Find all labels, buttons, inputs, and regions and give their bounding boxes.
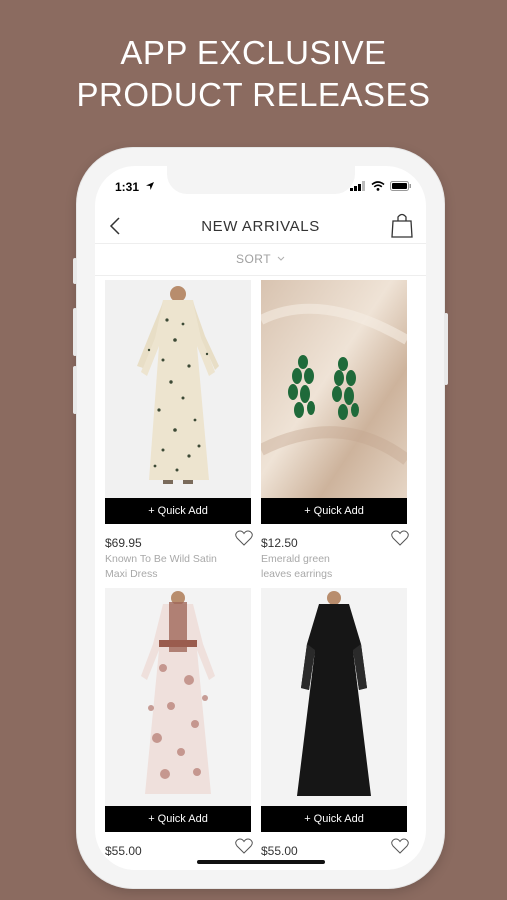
black-abaya-image — [261, 588, 407, 806]
sort-bar: SORT — [95, 244, 426, 276]
product-image[interactable] — [261, 588, 407, 806]
status-bar: 1:31 — [95, 166, 426, 208]
heart-icon[interactable] — [391, 838, 409, 854]
power-button — [444, 313, 448, 385]
volume-down-button — [73, 366, 77, 414]
signal-icon — [350, 181, 365, 191]
mute-switch — [73, 258, 77, 284]
product-name: Known To Be Wild Satin Maxi Dress — [105, 552, 230, 582]
product-price: $55.00 — [105, 844, 142, 858]
nav-bar: NEW ARRIVALS — [95, 208, 426, 244]
status-time: 1:31 — [115, 180, 140, 194]
product-image[interactable] — [261, 280, 407, 498]
product-price: $55.00 — [261, 844, 298, 858]
product-name-line: Emerald green — [261, 553, 330, 565]
page-title: NEW ARRIVALS — [201, 218, 320, 235]
shopping-bag-icon[interactable] — [390, 212, 414, 238]
product-name-line: Known To Be Wild Satin — [105, 553, 217, 565]
promo-headline-line1: APP EXCLUSIVE — [120, 34, 387, 71]
app-screen: 1:31 NEW ARRIVALS SORT + Quick Add $69.9… — [95, 166, 426, 870]
battery-icon — [390, 181, 411, 191]
quick-add-button[interactable]: + Quick Add — [105, 498, 251, 524]
location-arrow-icon — [146, 182, 154, 190]
heart-icon[interactable] — [235, 530, 253, 546]
floral-dress-image — [105, 588, 251, 806]
volume-up-button — [73, 308, 77, 356]
sort-button[interactable]: SORT — [236, 252, 285, 266]
product-name-line: Maxi Dress — [105, 568, 158, 580]
heart-icon[interactable] — [391, 530, 409, 546]
cream-dress-image — [105, 280, 251, 498]
product-price: $69.95 — [105, 536, 142, 550]
wifi-icon — [371, 181, 385, 191]
product-name: Emerald green leaves earrings — [261, 552, 386, 582]
phone-frame: 1:31 NEW ARRIVALS SORT + Quick Add $69.9… — [73, 148, 448, 888]
product-image[interactable] — [105, 588, 251, 806]
product-price: $12.50 — [261, 536, 298, 550]
home-indicator[interactable] — [197, 860, 325, 864]
quick-add-button[interactable]: + Quick Add — [261, 498, 407, 524]
quick-add-button[interactable]: + Quick Add — [105, 806, 251, 832]
product-image[interactable] — [105, 280, 251, 498]
sort-label: SORT — [235, 252, 272, 266]
heart-icon[interactable] — [235, 838, 253, 854]
promo-headline-line2: PRODUCT RELEASES — [76, 76, 431, 113]
chevron-down-icon — [277, 256, 285, 261]
product-name-line: leaves earrings — [261, 568, 333, 580]
quick-add-button[interactable]: + Quick Add — [261, 806, 407, 832]
emerald-earrings-image — [261, 280, 407, 498]
